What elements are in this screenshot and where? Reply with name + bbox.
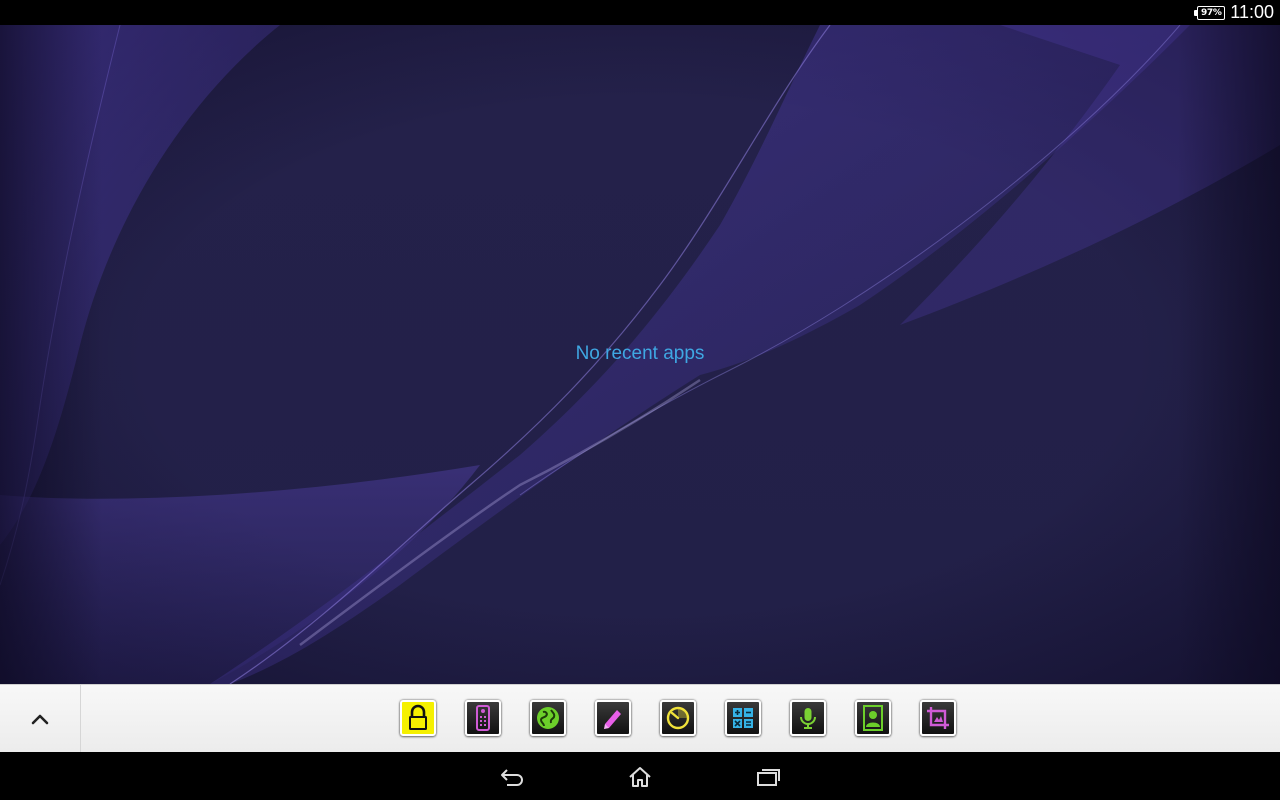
recent-apps-area[interactable]: No recent apps (0, 25, 1280, 684)
small-app-browser[interactable] (530, 700, 566, 736)
small-app-lock[interactable] (400, 700, 436, 736)
lock-icon (409, 704, 427, 730)
chevron-up-icon (31, 714, 49, 725)
screen-crop-icon (927, 707, 949, 729)
pen-note-icon (604, 710, 621, 729)
small-apps-list (400, 700, 956, 738)
status-clock: 11:00 (1230, 2, 1274, 22)
battery-level: 97% (1200, 8, 1222, 18)
small-app-voice-recorder[interactable] (790, 700, 826, 736)
small-app-notes[interactable] (595, 700, 631, 736)
browser-globe-icon (537, 707, 559, 729)
small-app-calculator[interactable] (725, 700, 761, 736)
recent-apps-button[interactable] (738, 760, 798, 794)
navigation-bar (0, 752, 1280, 800)
calculator-icon (733, 708, 753, 728)
small-app-contacts[interactable] (855, 700, 891, 736)
small-app-remote[interactable] (465, 700, 501, 736)
home-icon (629, 767, 651, 787)
back-button[interactable] (482, 760, 542, 794)
back-icon (501, 769, 523, 786)
expand-small-apps-button[interactable] (0, 685, 81, 753)
small-app-timer[interactable] (660, 700, 696, 736)
status-bar: 97% 11:00 (0, 0, 1280, 25)
home-button[interactable] (610, 760, 670, 794)
timer-dial-icon (666, 706, 690, 730)
small-apps-tray (0, 684, 1280, 753)
no-recent-apps-message: No recent apps (575, 343, 705, 364)
microphone-icon (800, 708, 816, 729)
remote-control-icon (476, 705, 490, 731)
tablet-screen: 97% 11:00 No recent apps (0, 0, 1280, 800)
battery-icon: 97% (1194, 6, 1226, 20)
contact-icon (863, 705, 883, 731)
recent-apps-icon (757, 769, 780, 786)
small-app-screen-capture[interactable] (920, 700, 956, 736)
